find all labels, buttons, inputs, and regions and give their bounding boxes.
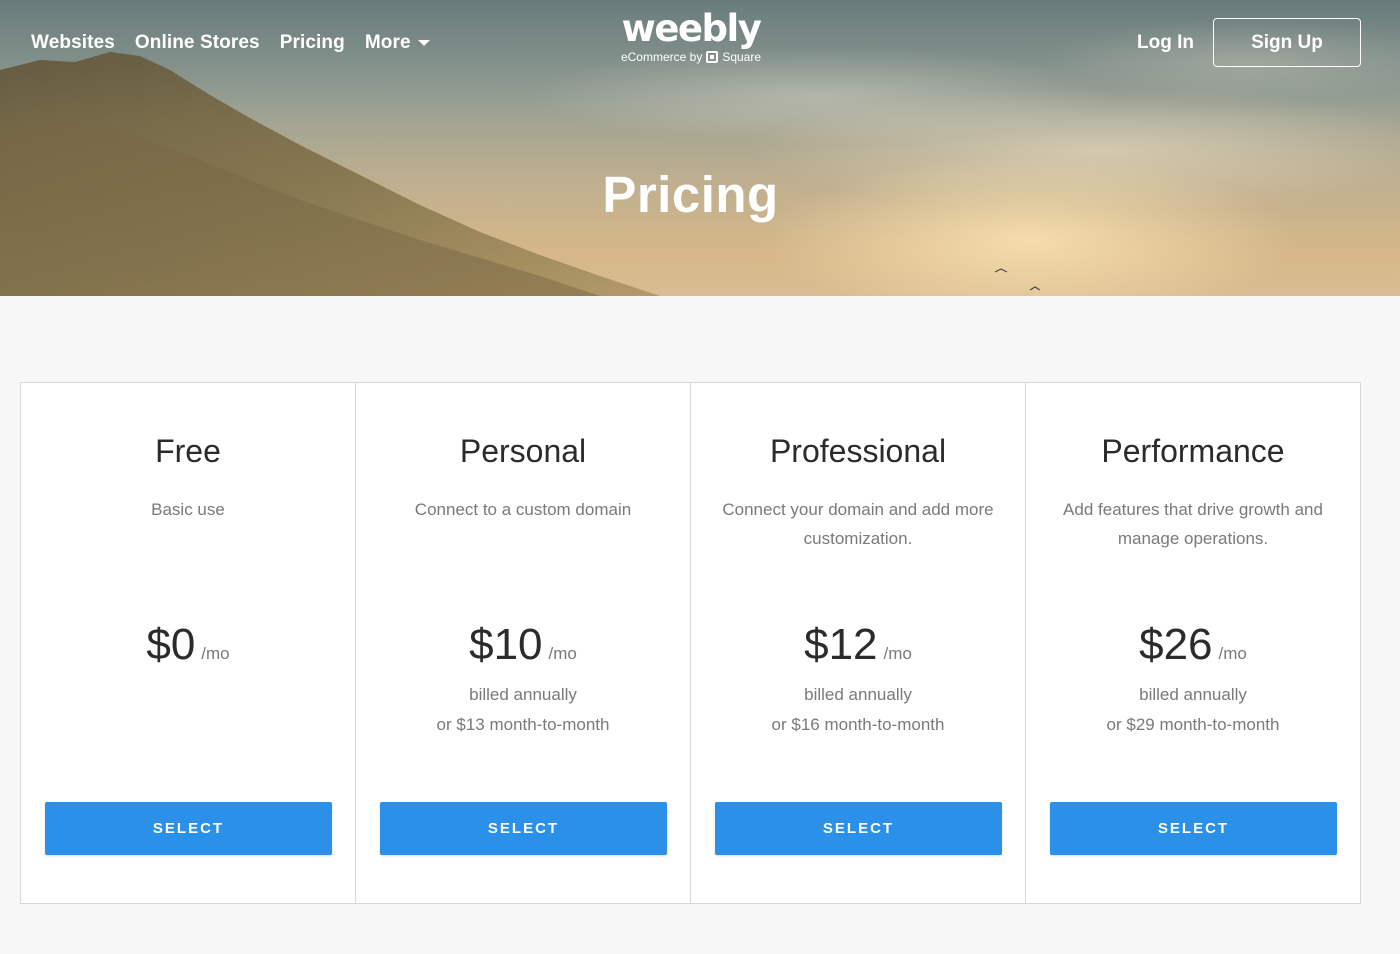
plan-billing-monthly: or $13 month-to-month xyxy=(436,715,610,734)
plan-price-row: $0 /mo xyxy=(21,619,355,671)
plan-billing-monthly: or $29 month-to-month xyxy=(1106,715,1280,734)
login-link[interactable]: Log In xyxy=(1137,31,1194,55)
plan-name: Performance xyxy=(1101,433,1285,469)
plan-billing: billed annually or $16 month-to-month xyxy=(691,680,1025,740)
plan-price-row: $10 /mo xyxy=(356,619,690,671)
pricing-plans: Free Basic use $0 /mo SELECT Personal Co… xyxy=(20,382,1361,904)
plan-price-row: $26 /mo xyxy=(1026,619,1360,671)
plan-name: Free xyxy=(155,433,221,469)
plan-period: /mo xyxy=(1218,644,1247,663)
plan-card-professional: Professional Connect your domain and add… xyxy=(691,383,1026,903)
weebly-logo[interactable]: weebly eCommerce by Square xyxy=(612,7,770,65)
plan-price: $10 xyxy=(469,620,543,669)
plan-price: $26 xyxy=(1139,620,1213,669)
plan-description: Connect your domain and add more customi… xyxy=(722,500,994,548)
nav-more-label: More xyxy=(364,32,411,53)
logo-wordmark: weebly xyxy=(621,7,762,50)
nav-websites[interactable]: Websites xyxy=(31,31,115,55)
plan-billing-annual: billed annually xyxy=(804,685,912,704)
plan-price-row: $12 /mo xyxy=(691,619,1025,671)
hero-banner: Websites Online Stores Pricing More weeb… xyxy=(0,0,1400,296)
plan-name: Personal xyxy=(459,433,587,469)
plan-billing-annual: billed annually xyxy=(469,685,577,704)
square-logo-icon xyxy=(706,51,719,63)
logo-tagline-brand: Square xyxy=(722,50,762,64)
plan-period: /mo xyxy=(201,644,230,663)
signup-button[interactable]: Sign Up xyxy=(1213,18,1361,67)
select-free-button[interactable]: SELECT xyxy=(45,802,332,855)
plan-period: /mo xyxy=(548,644,577,663)
logo-tagline: eCommerce by Square xyxy=(612,50,770,64)
nav-online-stores[interactable]: Online Stores xyxy=(135,31,260,55)
select-personal-button[interactable]: SELECT xyxy=(380,802,667,855)
plan-billing: billed annually or $29 month-to-month xyxy=(1026,680,1360,740)
select-performance-button[interactable]: SELECT xyxy=(1050,802,1337,855)
plan-billing: billed annually or $13 month-to-month xyxy=(356,680,690,740)
plan-name: Professional xyxy=(769,433,947,469)
plan-billing-annual: billed annually xyxy=(1139,685,1247,704)
plan-card-free: Free Basic use $0 /mo SELECT xyxy=(21,383,356,903)
nav-more[interactable]: More xyxy=(365,31,430,55)
plan-description: Add features that drive growth and manag… xyxy=(1063,500,1323,548)
plan-price: $0 xyxy=(146,620,196,669)
main-nav: Websites Online Stores Pricing More xyxy=(31,31,450,55)
plan-period: /mo xyxy=(883,644,912,663)
plan-price: $12 xyxy=(804,620,878,669)
logo-tagline-prefix: eCommerce by xyxy=(620,50,703,64)
select-professional-button[interactable]: SELECT xyxy=(715,802,1002,855)
chevron-down-icon xyxy=(417,40,430,46)
nav-pricing[interactable]: Pricing xyxy=(280,31,345,55)
plan-card-personal: Personal Connect to a custom domain $10 … xyxy=(356,383,691,903)
plan-billing-monthly: or $16 month-to-month xyxy=(771,715,945,734)
page-title: Pricing xyxy=(602,166,779,223)
plan-description: Connect to a custom domain xyxy=(414,500,632,519)
plan-description: Basic use xyxy=(151,500,225,519)
plan-card-performance: Performance Add features that drive grow… xyxy=(1026,383,1360,903)
